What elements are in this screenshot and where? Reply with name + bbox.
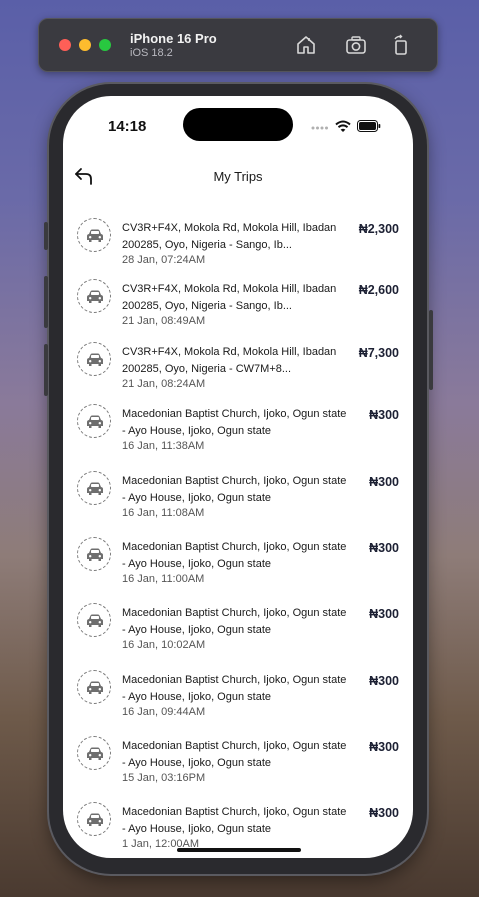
trip-route: Macedonian Baptist Church, Ijoko, Ogun s… (122, 607, 347, 636)
signal-icon (311, 126, 328, 130)
device-name: iPhone 16 Pro (130, 31, 217, 46)
page-title: My Trips (213, 169, 263, 184)
trip-price: ₦300 (369, 475, 399, 489)
trip-price: ₦300 (369, 541, 399, 555)
trip-row[interactable]: Macedonian Baptist Church, Ijoko, Ogun s… (63, 788, 413, 850)
trip-price: ₦300 (369, 674, 399, 688)
volume-up-button[interactable] (44, 276, 48, 328)
car-icon (77, 736, 111, 770)
close-window-button[interactable] (59, 39, 71, 51)
minimize-window-button[interactable] (79, 39, 91, 51)
trip-row[interactable]: Macedonian Baptist Church, Ijoko, Ogun s… (63, 656, 413, 718)
trip-route: CV3R+F4X, Mokola Rd, Mokola Hill, Ibadan… (122, 346, 337, 375)
trip-row[interactable]: Macedonian Baptist Church, Ijoko, Ogun s… (63, 523, 413, 585)
trip-price: ₦300 (369, 408, 399, 422)
trip-date: 15 Jan, 03:16PM (122, 772, 206, 784)
car-icon (77, 670, 111, 704)
car-icon (77, 279, 111, 313)
trip-date: 21 Jan, 08:49AM (122, 315, 206, 327)
car-icon (77, 802, 111, 836)
phone-screen: 14:18 My Trips CV3R+F4X, Mokola Rd, Moko… (63, 96, 413, 858)
trip-row[interactable]: Macedonian Baptist Church, Ijoko, Ogun s… (63, 589, 413, 651)
trip-row[interactable]: CV3R+F4X, Mokola Rd, Mokola Hill, Ibadan… (63, 265, 413, 327)
trip-date: 16 Jan, 11:08AM (122, 507, 205, 519)
battery-icon (357, 120, 381, 132)
zoom-window-button[interactable] (99, 39, 111, 51)
screenshot-icon[interactable] (344, 33, 368, 57)
trip-route: CV3R+F4X, Mokola Rd, Mokola Hill, Ibadan… (122, 222, 337, 251)
home-icon[interactable] (294, 33, 318, 57)
trip-route: Macedonian Baptist Church, Ijoko, Ogun s… (122, 541, 347, 570)
car-icon (77, 342, 111, 376)
trip-row[interactable]: CV3R+F4X, Mokola Rd, Mokola Hill, Ibadan… (63, 328, 413, 390)
dynamic-island (183, 108, 293, 141)
car-icon (77, 218, 111, 252)
home-indicator[interactable] (177, 848, 301, 852)
trip-date: 16 Jan, 10:02AM (122, 639, 206, 651)
trip-route: Macedonian Baptist Church, Ijoko, Ogun s… (122, 674, 347, 703)
status-time: 14:18 (108, 118, 147, 135)
trip-route: CV3R+F4X, Mokola Rd, Mokola Hill, Ibadan… (122, 283, 337, 312)
trip-date: 21 Jan, 08:24AM (122, 378, 206, 390)
trip-price: ₦300 (369, 806, 399, 820)
action-button[interactable] (44, 222, 48, 250)
car-icon (77, 471, 111, 505)
wifi-icon (335, 120, 351, 132)
car-icon (77, 537, 111, 571)
trip-route: Macedonian Baptist Church, Ijoko, Ogun s… (122, 740, 347, 769)
status-icons (299, 120, 381, 134)
trip-date: 16 Jan, 11:00AM (122, 573, 205, 585)
car-icon (77, 603, 111, 637)
trip-price: ₦300 (369, 740, 399, 754)
trip-route: Macedonian Baptist Church, Ijoko, Ogun s… (122, 806, 347, 835)
trip-route: Macedonian Baptist Church, Ijoko, Ogun s… (122, 475, 347, 504)
trip-row[interactable]: Macedonian Baptist Church, Ijoko, Ogun s… (63, 457, 413, 519)
trip-date: 16 Jan, 11:38AM (122, 440, 205, 452)
volume-down-button[interactable] (44, 344, 48, 396)
os-version: iOS 18.2 (130, 47, 173, 59)
trip-row[interactable]: Macedonian Baptist Church, Ijoko, Ogun s… (63, 722, 413, 784)
trip-price: ₦300 (369, 607, 399, 621)
trip-date: 16 Jan, 09:44AM (122, 706, 206, 718)
trip-price: ₦2,600 (358, 283, 399, 297)
trip-price: ₦2,300 (358, 222, 399, 236)
car-icon (77, 404, 111, 438)
trip-route: Macedonian Baptist Church, Ijoko, Ogun s… (122, 408, 347, 437)
trip-price: ₦7,300 (358, 346, 399, 360)
trip-row[interactable]: Macedonian Baptist Church, Ijoko, Ogun s… (63, 390, 413, 452)
trip-row[interactable]: CV3R+F4X, Mokola Rd, Mokola Hill, Ibadan… (63, 204, 413, 266)
power-button[interactable] (429, 310, 433, 390)
rotate-icon[interactable] (389, 33, 413, 57)
simulator-toolbar: iPhone 16 Pro iOS 18.2 (38, 18, 438, 72)
